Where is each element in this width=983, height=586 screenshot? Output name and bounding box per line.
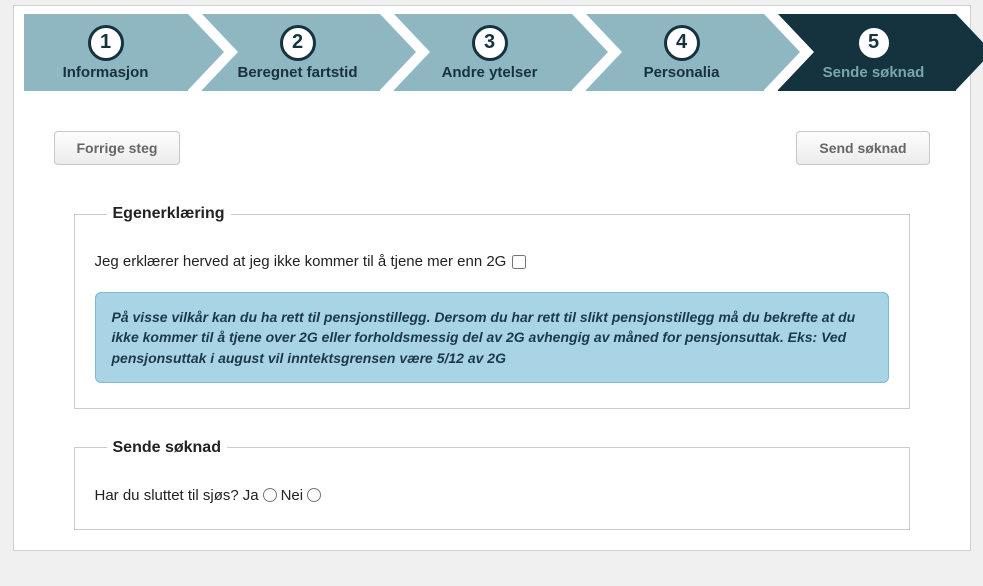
radio-no-label: Nei <box>281 487 304 504</box>
step-2[interactable]: 2 Beregnet fartstid <box>202 14 380 91</box>
info-box: På visse vilkår kan du ha rett til pensj… <box>95 292 889 383</box>
wizard-container: 1 Informasjon 2 Beregnet fartstid 3 Andr… <box>13 5 971 551</box>
quit-sea-question-row: Har du sluttet til sjøs? Ja Nei <box>95 487 889 504</box>
egenerklaering-legend: Egenerklæring <box>107 205 231 223</box>
declaration-text: Jeg erklærer herved at jeg ikke kommer t… <box>95 253 507 270</box>
step-label: Personalia <box>644 64 720 81</box>
sendesoknad-section: Sende søknad Har du sluttet til sjøs? Ja… <box>74 439 910 530</box>
step-number: 1 <box>88 25 124 61</box>
radio-yes-label: Ja <box>243 487 259 504</box>
step-indicator: 1 Informasjon 2 Beregnet fartstid 3 Andr… <box>14 6 970 91</box>
step-4[interactable]: 4 Personalia <box>586 14 764 91</box>
previous-step-button[interactable]: Forrige steg <box>54 131 181 165</box>
submit-application-button[interactable]: Send søknad <box>796 131 929 165</box>
step-number: 3 <box>472 25 508 61</box>
step-label: Informasjon <box>63 64 149 81</box>
quit-sea-question: Har du sluttet til sjøs? <box>95 487 239 504</box>
egenerklaering-fieldset: Egenerklæring Jeg erklærer herved at jeg… <box>74 205 910 409</box>
declaration-checkbox[interactable] <box>512 255 526 269</box>
step-1[interactable]: 1 Informasjon <box>24 14 188 91</box>
step-number: 2 <box>280 25 316 61</box>
quit-sea-yes-radio[interactable] <box>263 488 277 502</box>
step-5[interactable]: 5 Sende søknad <box>778 14 956 91</box>
egenerklaering-section: Egenerklæring Jeg erklærer herved at jeg… <box>74 205 910 409</box>
declaration-row: Jeg erklærer herved at jeg ikke kommer t… <box>95 253 889 270</box>
sendesoknad-fieldset: Sende søknad Har du sluttet til sjøs? Ja… <box>74 439 910 530</box>
quit-sea-no-radio[interactable] <box>307 488 321 502</box>
step-number: 4 <box>664 25 700 61</box>
step-number: 5 <box>856 25 892 61</box>
step-label: Beregnet fartstid <box>237 64 357 81</box>
sendesoknad-legend: Sende søknad <box>107 439 227 457</box>
step-label: Andre ytelser <box>442 64 538 81</box>
step-label: Sende søknad <box>823 64 925 81</box>
step-3[interactable]: 3 Andre ytelser <box>394 14 572 91</box>
nav-buttons: Forrige steg Send søknad <box>14 91 970 175</box>
